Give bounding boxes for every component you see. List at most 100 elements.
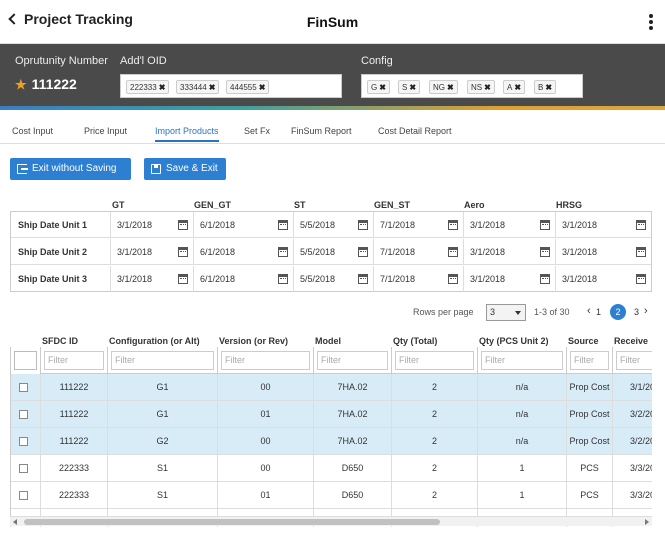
calendar-icon[interactable] — [358, 220, 368, 230]
date-field[interactable]: 3/1/2018 — [555, 239, 651, 265]
addl-oid-input[interactable]: 222333 ✖ 333444 ✖ 444555 ✖ — [120, 74, 342, 98]
tab-set-fx[interactable]: Set Fx — [244, 126, 270, 136]
tab-cost-detail-report[interactable]: Cost Detail Report — [378, 126, 452, 136]
tab-finsum-report[interactable]: FinSum Report — [291, 126, 352, 136]
remove-icon[interactable]: ✖ — [159, 83, 166, 92]
calendar-icon[interactable] — [178, 220, 188, 230]
filter-input[interactable]: Filter — [616, 351, 652, 370]
date-field[interactable]: 6/1/2018 — [193, 212, 293, 238]
calendar-icon[interactable] — [636, 247, 646, 257]
page-3-button[interactable]: 3 — [634, 307, 639, 317]
tab-price-input[interactable]: Price Input — [84, 126, 127, 136]
col-header-model[interactable]: Model — [315, 336, 341, 346]
filter-input[interactable]: Filter — [221, 351, 310, 370]
calendar-icon[interactable] — [448, 247, 458, 257]
calendar-icon[interactable] — [448, 220, 458, 230]
kebab-icon[interactable] — [649, 14, 653, 30]
filter-input[interactable]: Filter — [570, 351, 609, 370]
star-icon[interactable]: ★ — [15, 77, 27, 92]
table-row[interactable]: 111222 G1 00 7HA.02 2 n/a Prop Cost 3/1/… — [11, 374, 652, 401]
filter-input[interactable] — [14, 351, 37, 370]
remove-icon[interactable]: ✖ — [514, 83, 521, 92]
calendar-icon[interactable] — [636, 220, 646, 230]
cell-qty-pcs: n/a — [478, 401, 567, 428]
calendar-icon[interactable] — [448, 274, 458, 284]
date-field[interactable]: 3/1/2018 — [463, 266, 555, 292]
page-2-button[interactable]: 2 — [610, 304, 626, 320]
calendar-icon[interactable] — [278, 247, 288, 257]
calendar-icon[interactable] — [540, 220, 550, 230]
date-field[interactable]: 3/1/2018 — [555, 266, 651, 292]
calendar-icon[interactable] — [636, 274, 646, 284]
horizontal-scrollbar[interactable] — [10, 516, 652, 526]
page-1-button[interactable]: 1 — [596, 307, 601, 317]
back-button[interactable]: Project Tracking — [8, 11, 133, 27]
col-header-version[interactable]: Version (or Rev) — [219, 336, 288, 346]
calendar-icon[interactable] — [178, 247, 188, 257]
col-header-qty-pcs[interactable]: Qty (PCS Unit 2) — [479, 336, 549, 346]
date-field[interactable]: 7/1/2018 — [373, 266, 463, 292]
table-row[interactable]: 222333 S1 01 D650 2 1 PCS 3/3/2018 — [11, 482, 652, 509]
filter-input[interactable]: Filter — [395, 351, 474, 370]
rows-per-page-select[interactable]: 3 — [486, 304, 526, 321]
filter-input[interactable]: Filter — [44, 351, 104, 370]
cell-version: 01 — [218, 401, 314, 428]
config-input[interactable]: G ✖ S ✖ NG ✖ NS ✖ A ✖ B ✖ — [361, 74, 583, 98]
col-header-sfdc-id[interactable]: SFDC ID — [42, 336, 78, 346]
remove-icon[interactable]: ✖ — [545, 83, 552, 92]
filter-input[interactable]: Filter — [317, 351, 388, 370]
date-field[interactable]: 3/1/2018 — [463, 212, 555, 238]
remove-icon[interactable]: ✖ — [409, 83, 416, 92]
scroll-right-icon[interactable] — [645, 519, 649, 525]
col-header-configuration[interactable]: Configuration (or Alt) — [109, 336, 200, 346]
row-checkbox[interactable] — [19, 437, 28, 446]
filter-input[interactable]: Filter — [481, 351, 563, 370]
date-field[interactable]: 3/1/2018 — [110, 239, 193, 265]
calendar-icon[interactable] — [278, 274, 288, 284]
calendar-icon[interactable] — [178, 274, 188, 284]
calendar-icon[interactable] — [540, 247, 550, 257]
top-bar: Project Tracking FinSum — [0, 0, 665, 44]
calendar-icon[interactable] — [540, 274, 550, 284]
scrollbar-thumb[interactable] — [24, 519, 440, 525]
row-checkbox[interactable] — [19, 383, 28, 392]
date-field[interactable]: 5/5/2018 — [293, 266, 373, 292]
row-checkbox[interactable] — [19, 410, 28, 419]
date-field[interactable]: 5/5/2018 — [293, 239, 373, 265]
remove-icon[interactable]: ✖ — [259, 83, 266, 92]
date-field[interactable]: 6/1/2018 — [193, 239, 293, 265]
cell-configuration: G1 — [108, 401, 218, 428]
date-field[interactable]: 3/1/2018 — [110, 266, 193, 292]
date-field[interactable]: 7/1/2018 — [373, 239, 463, 265]
col-header-qty-total[interactable]: Qty (Total) — [393, 336, 437, 346]
prev-page-icon[interactable]: ‹ — [587, 305, 591, 317]
calendar-icon[interactable] — [278, 220, 288, 230]
table-row[interactable]: 111222 G2 00 7HA.02 2 n/a Prop Cost 3/2/… — [11, 428, 652, 455]
table-row[interactable]: 222333 S1 00 D650 2 1 PCS 3/3/2018 — [11, 455, 652, 482]
save-and-exit-button[interactable]: Save & Exit — [144, 158, 226, 180]
tab-cost-input[interactable]: Cost Input — [12, 126, 53, 136]
next-page-icon[interactable]: › — [644, 305, 648, 317]
row-checkbox[interactable] — [19, 491, 28, 500]
date-field[interactable]: 3/1/2018 — [463, 239, 555, 265]
calendar-icon[interactable] — [358, 274, 368, 284]
tab-import-products[interactable]: Import Products — [155, 126, 219, 142]
remove-icon[interactable]: ✖ — [484, 83, 491, 92]
table-row[interactable]: 111222 G1 01 7HA.02 2 n/a Prop Cost 3/2/… — [11, 401, 652, 428]
filter-input[interactable]: Filter — [111, 351, 214, 370]
remove-icon[interactable]: ✖ — [209, 83, 216, 92]
date-field[interactable]: 7/1/2018 — [373, 212, 463, 238]
remove-icon[interactable]: ✖ — [379, 83, 386, 92]
cell-source: Prop Cost — [567, 401, 613, 428]
row-checkbox[interactable] — [19, 464, 28, 473]
date-field[interactable]: 3/1/2018 — [555, 212, 651, 238]
remove-icon[interactable]: ✖ — [447, 83, 454, 92]
date-field[interactable]: 3/1/2018 — [110, 212, 193, 238]
date-field[interactable]: 6/1/2018 — [193, 266, 293, 292]
scroll-left-icon[interactable] — [13, 519, 17, 525]
date-field[interactable]: 5/5/2018 — [293, 212, 373, 238]
col-header-source[interactable]: Source — [568, 336, 599, 346]
exit-without-saving-button[interactable]: Exit without Saving — [10, 158, 131, 180]
col-header-receive[interactable]: Receive — [614, 336, 648, 346]
calendar-icon[interactable] — [358, 247, 368, 257]
